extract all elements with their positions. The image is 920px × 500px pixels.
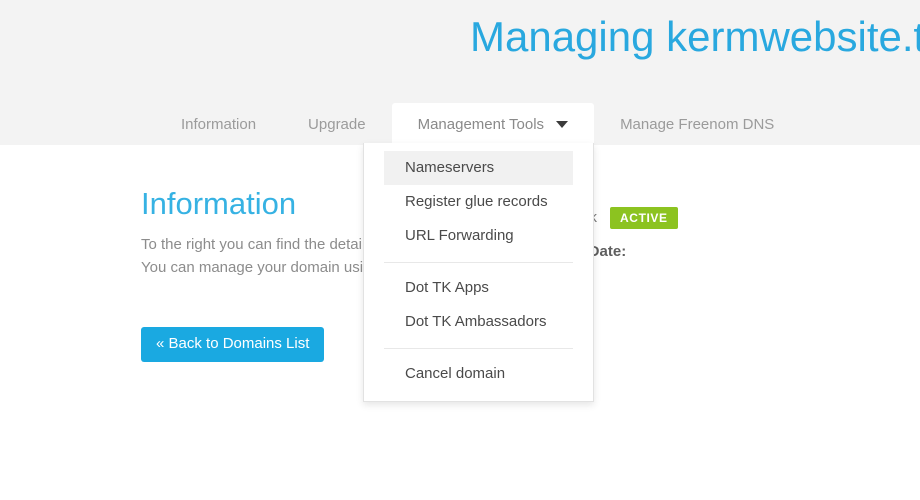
page-root: Managing kermwebsite.tk Information Upgr… — [0, 0, 920, 500]
tabs-left-spacer — [0, 103, 155, 145]
tab-manage-freenom-dns[interactable]: Manage Freenom DNS — [594, 103, 800, 145]
tab-upgrade-label: Upgrade — [308, 115, 366, 133]
page-title: Managing kermwebsite.tk — [470, 13, 920, 60]
dropdown-group-1: Nameservers Register glue records URL Fo… — [364, 151, 593, 253]
menu-item-register-glue-records[interactable]: Register glue records — [384, 185, 573, 219]
dropdown-group-3: Cancel domain — [364, 357, 593, 391]
tab-management-tools-label: Management Tools — [417, 115, 545, 133]
menu-item-cancel-domain[interactable]: Cancel domain — [384, 357, 573, 391]
management-tools-dropdown: Nameservers Register glue records URL Fo… — [363, 143, 594, 402]
tab-information-label: Information — [181, 115, 257, 133]
dropdown-divider-2 — [384, 348, 573, 349]
back-to-domains-list-button[interactable]: « Back to Domains List — [141, 327, 325, 362]
status-badge: ACTIVE — [610, 207, 678, 229]
tab-information[interactable]: Information — [155, 103, 282, 145]
tab-management-tools[interactable]: Management Tools — [391, 103, 595, 145]
chevron-down-icon — [556, 120, 569, 128]
tab-manage-freenom-dns-label: Manage Freenom DNS — [620, 115, 775, 133]
menu-item-url-forwarding[interactable]: URL Forwarding — [384, 219, 573, 253]
dropdown-divider-1 — [384, 262, 573, 263]
menu-item-dot-tk-ambassadors[interactable]: Dot TK Ambassadors — [384, 305, 573, 339]
nav-tabs: Information Upgrade Management Tools Man… — [0, 103, 920, 145]
dropdown-group-2: Dot TK Apps Dot TK Ambassadors — [364, 271, 593, 339]
section-title: Information — [141, 186, 297, 221]
tab-upgrade[interactable]: Upgrade — [282, 103, 392, 145]
menu-item-nameservers[interactable]: Nameservers — [384, 151, 573, 185]
menu-item-dot-tk-apps[interactable]: Dot TK Apps — [384, 271, 573, 305]
